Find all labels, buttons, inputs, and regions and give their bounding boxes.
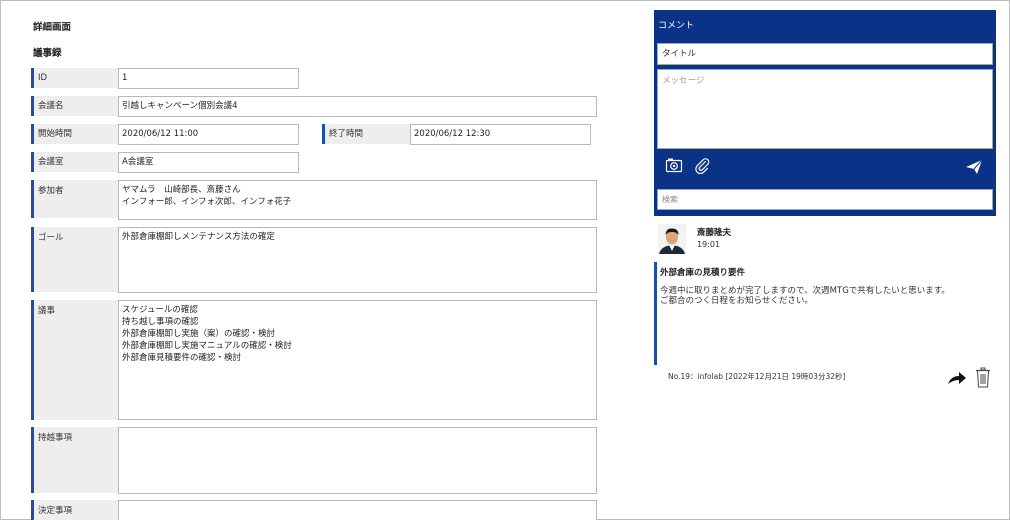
room-field[interactable]: A会議室	[118, 152, 299, 173]
agenda-line: 持ち越し事項の確認	[122, 317, 199, 327]
participants-field[interactable]: ヤマムラ 山崎部長、斎藤さん インフォー郎、インフォ次郎、インフォ花子	[118, 180, 597, 220]
share-icon[interactable]	[947, 370, 967, 386]
goal-field[interactable]: 外部倉庫棚卸しメンテナンス方法の確定	[118, 227, 597, 293]
agenda-field[interactable]: スケジュールの確認 持ち越し事項の確認 外部倉庫棚卸し実施（案）の確認・検討 外…	[118, 300, 597, 420]
comment-panel: コメント タイトル メッセージ 検索	[654, 10, 996, 216]
agenda-label: 議事	[31, 300, 119, 420]
agenda-line: スケジュールの確認	[122, 305, 198, 315]
send-icon[interactable]	[965, 159, 983, 175]
meeting-name-label: 会議名	[31, 96, 119, 116]
meeting-name-field[interactable]: 引越しキャンペーン個別会議4	[118, 96, 597, 117]
comment-meta: No.19：infolab [2022年12月21日 19時03分32秒]	[668, 372, 846, 381]
participants-label: 参加者	[31, 180, 119, 218]
comment-text: 今週中に取りまとめが完了しますので、次週MTGで共有したいと思います。 ご都合の…	[660, 286, 950, 306]
participants-line: ヤマムラ 山崎部長、斎藤さん	[122, 185, 241, 195]
comment-panel-title: コメント	[658, 21, 695, 31]
agenda-line: 外部倉庫見積要件の確認・検討	[122, 353, 242, 363]
camera-icon[interactable]	[665, 156, 683, 174]
paperclip-icon[interactable]	[693, 156, 711, 175]
room-label: 会議室	[31, 152, 119, 172]
comment-time: 19:01	[697, 240, 721, 249]
comment-line: 今週中に取りまとめが完了しますので、次週MTGで共有したいと思います。	[660, 286, 950, 296]
carryover-field[interactable]	[118, 427, 597, 494]
page-title: 詳細画面	[33, 22, 72, 33]
trash-icon[interactable]	[974, 367, 992, 388]
comment-line: ご都合のつく日程をお知らせください。	[660, 296, 813, 306]
comment-heading: 外部倉庫の見積り要件	[660, 268, 746, 278]
participants-line: インフォー郎、インフォ次郎、インフォ花子	[122, 197, 292, 207]
decisions-field[interactable]	[118, 500, 597, 520]
id-label: ID	[31, 68, 119, 88]
goal-label: ゴール	[31, 227, 119, 292]
section-title: 議事録	[33, 48, 62, 59]
start-time-label: 開始時間	[31, 124, 119, 144]
carryover-label: 持越事項	[31, 427, 119, 493]
end-time-field[interactable]: 2020/06/12 12:30	[410, 124, 591, 145]
goal-line: 外部倉庫棚卸しメンテナンス方法の確定	[122, 232, 275, 242]
start-time-field[interactable]: 2020/06/12 11:00	[118, 124, 299, 145]
id-field[interactable]: 1	[118, 68, 299, 89]
comment-title-input[interactable]: タイトル	[657, 43, 993, 65]
comment-search-input[interactable]: 検索	[657, 189, 993, 210]
comment-body: 外部倉庫の見積り要件 今週中に取りまとめが完了しますので、次週MTGで共有したい…	[654, 262, 996, 365]
avatar	[658, 224, 686, 254]
decisions-label: 決定事項	[31, 500, 119, 520]
comment-message-input[interactable]: メッセージ	[657, 69, 993, 149]
end-time-label: 終了時間	[322, 124, 410, 144]
agenda-line: 外部倉庫棚卸し実施（案）の確認・検討	[122, 329, 276, 339]
comment-author: 斎藤隆夫	[697, 228, 732, 238]
agenda-line: 外部倉庫棚卸し実施マニュアルの確認・検討	[122, 341, 292, 351]
